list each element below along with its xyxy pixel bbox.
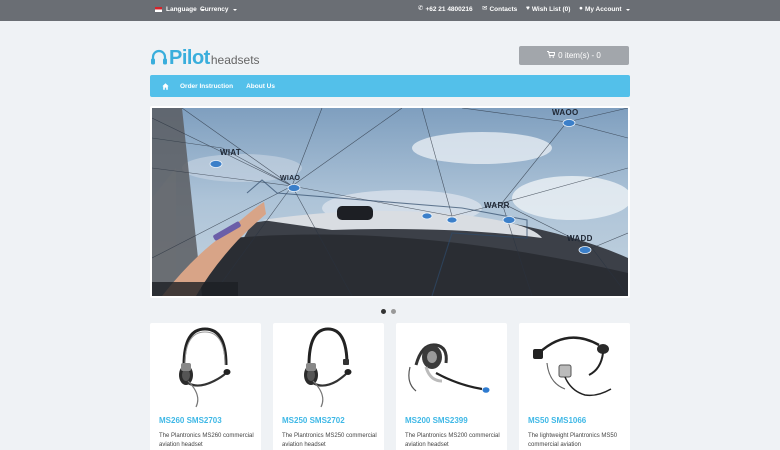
product-card[interactable]: MS250 SMS2702 The Plantronics MS250 comm…	[273, 323, 384, 450]
waypoint-label: WARR	[484, 201, 510, 210]
product-title[interactable]: MS250 SMS2702	[282, 416, 345, 425]
heart-icon: ♥	[526, 5, 530, 13]
slider-dot[interactable]	[381, 309, 386, 314]
cart-icon	[547, 51, 556, 60]
product-description: The Plantronics MS200 commercial aviatio…	[405, 433, 500, 448]
product-title[interactable]: MS50 SMS1066	[528, 416, 586, 425]
phone-icon: ✆	[418, 5, 424, 13]
product-description: The Plantronics MS250 commercial aviatio…	[282, 433, 377, 448]
account-label: My Account	[584, 6, 622, 13]
home-icon[interactable]	[150, 82, 180, 90]
product-image	[150, 323, 261, 409]
logo-headsets-text: headsets	[210, 53, 260, 67]
wishlist-label: Wish List (0)	[531, 6, 571, 13]
waypoint-label: WIAT	[220, 148, 242, 157]
product-card[interactable]: MS200 SMS2399 The Plantronics MS200 comm…	[396, 323, 507, 450]
contacts-link[interactable]: ✉ Contacts	[482, 6, 517, 13]
product-title[interactable]: MS260 SMS2703	[159, 416, 222, 425]
site-logo[interactable]: Pilot headsets	[150, 44, 260, 68]
product-card[interactable]: MS260 SMS2703 The Plantronics MS260 comm…	[150, 323, 261, 450]
slide-image-cockpit: WIAT WIAO WARR WADD WAOO	[152, 108, 628, 296]
cart-label: 0 item(s) - 0	[558, 51, 601, 60]
product-description: The lightweight Plantronics MS50 commerc…	[528, 433, 618, 448]
main-nav: Order Instruction About Us	[150, 75, 630, 97]
slider-pagination	[381, 309, 396, 314]
caret-down-icon	[232, 8, 237, 11]
nav-order-instruction[interactable]: Order Instruction	[180, 83, 233, 90]
logo-pilot-text: Pilot	[169, 47, 210, 69]
nav-about-us[interactable]: About Us	[246, 83, 275, 90]
currency-label: Currency	[200, 6, 229, 13]
cart-button[interactable]: 0 item(s) - 0	[519, 46, 629, 65]
account-dropdown[interactable]: ● My Account	[579, 6, 630, 13]
waypoint-label: WIAO	[280, 175, 301, 182]
headset-logo-icon	[150, 48, 168, 68]
product-image	[273, 323, 384, 409]
wishlist-link[interactable]: ♥ Wish List (0)	[526, 6, 570, 13]
phone-number: +62 21 4800216	[425, 6, 473, 13]
language-dropdown[interactable]: Language	[155, 6, 205, 13]
top-bar: Language Currency ✆ +62 21 4800216 ✉ Con…	[0, 0, 780, 21]
hero-slider[interactable]: WIAT WIAO WARR WADD WAOO	[150, 106, 630, 298]
user-icon: ●	[579, 5, 583, 13]
caret-down-icon	[625, 8, 630, 11]
product-image	[396, 323, 507, 409]
slider-dot[interactable]	[391, 309, 396, 314]
phone-link[interactable]: ✆ +62 21 4800216	[418, 6, 473, 13]
waypoint-label: WADD	[567, 234, 593, 243]
contacts-label: Contacts	[489, 6, 518, 13]
waypoint-label: WAOO	[552, 108, 579, 117]
envelope-icon: ✉	[482, 5, 488, 13]
flag-icon	[155, 7, 162, 12]
currency-dropdown[interactable]: Currency	[200, 6, 237, 13]
language-label: Language	[166, 6, 197, 13]
product-image	[519, 323, 630, 409]
product-title[interactable]: MS200 SMS2399	[405, 416, 468, 425]
product-card[interactable]: MS50 SMS1066 The lightweight Plantronics…	[519, 323, 630, 450]
product-description: The Plantronics MS260 commercial aviatio…	[159, 433, 254, 448]
